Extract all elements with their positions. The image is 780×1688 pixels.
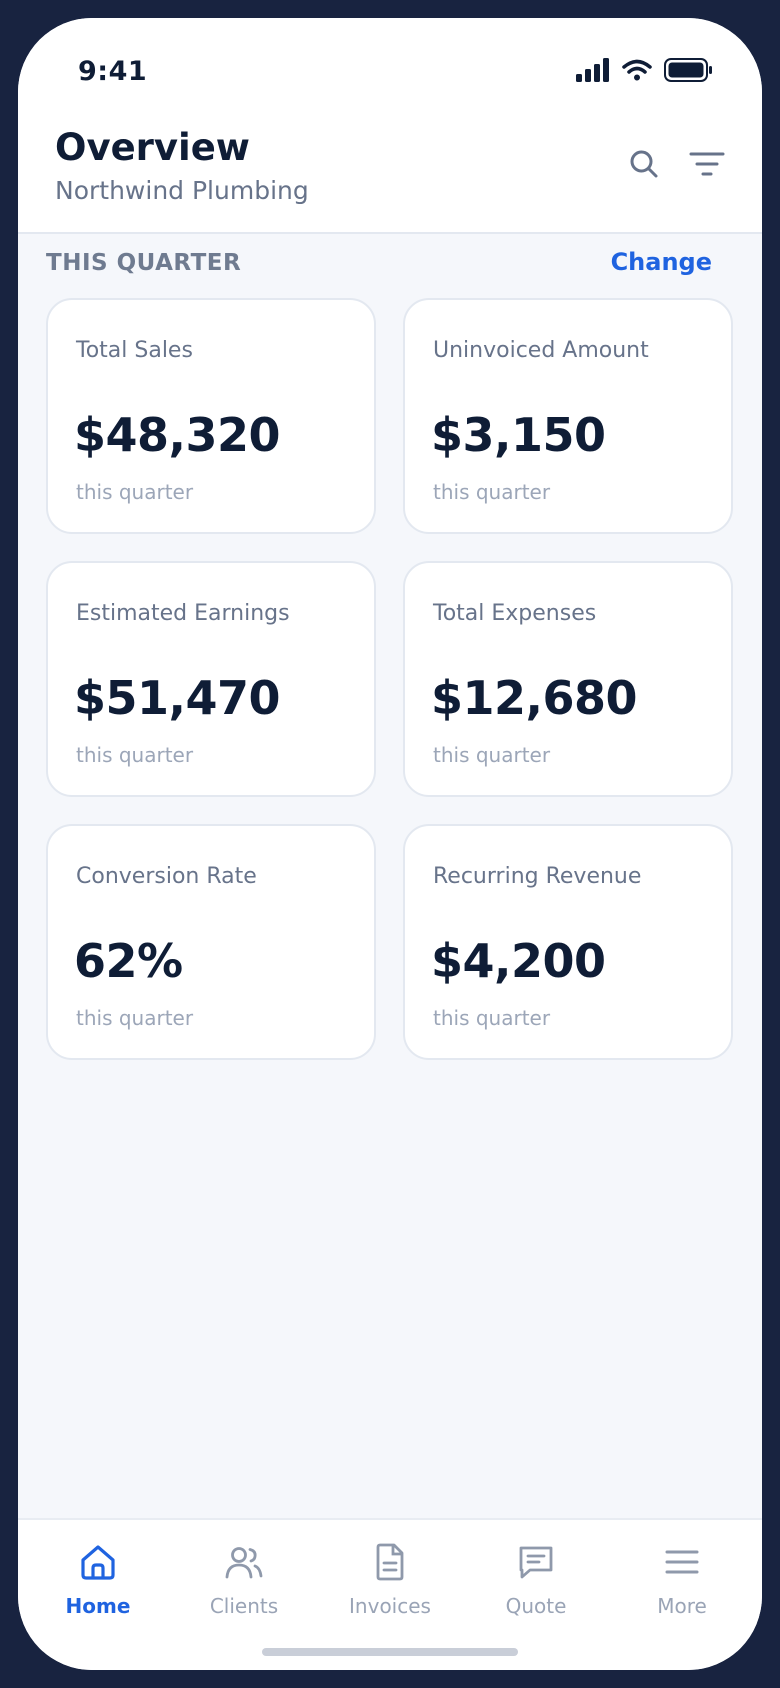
metric-label: Uninvoiced Amount [433, 338, 649, 363]
tab-label: Invoices [349, 1594, 431, 1618]
metric-period: this quarter [433, 480, 551, 504]
filter-button[interactable] [685, 142, 729, 186]
invoice-icon [370, 1542, 410, 1582]
tab-label: More [657, 1594, 707, 1618]
tab-home[interactable]: Home [38, 1536, 158, 1626]
tab-label: Clients [209, 1594, 279, 1618]
business-name: Northwind Plumbing [55, 176, 309, 205]
filter-icon [689, 152, 725, 176]
wifi-icon [622, 59, 652, 81]
metric-value: $12,680 [431, 671, 638, 725]
metric-card-conversion-rate[interactable]: Conversion Rate 62% this quarter [46, 824, 376, 1060]
metric-period: this quarter [76, 743, 194, 767]
metrics-grid: Total Sales $48,320 this quarter Uninvoi… [46, 298, 733, 1060]
page-title: Overview [55, 126, 250, 169]
metric-period: this quarter [433, 1006, 551, 1030]
metric-value: $3,150 [431, 408, 606, 462]
home-icon [78, 1542, 118, 1582]
tab-clients[interactable]: Clients [184, 1536, 304, 1626]
metric-card-estimated-earnings[interactable]: Estimated Earnings $51,470 this quarter [46, 561, 376, 797]
metric-label: Conversion Rate [76, 864, 257, 889]
status-time: 9:41 [78, 56, 148, 87]
signal-icon [576, 58, 609, 82]
metric-card-total-expenses[interactable]: Total Expenses $12,680 this quarter [403, 561, 733, 797]
metric-label: Total Expenses [433, 601, 597, 626]
metric-card-recurring-revenue[interactable]: Recurring Revenue $4,200 this quarter [403, 824, 733, 1060]
tab-label: Quote [505, 1594, 567, 1618]
metric-value: $51,470 [74, 671, 281, 725]
status-bar: 9:41 [18, 18, 762, 112]
metric-period: this quarter [433, 743, 551, 767]
metric-period: this quarter [76, 480, 194, 504]
metric-card-uninvoiced-amount[interactable]: Uninvoiced Amount $3,150 this quarter [403, 298, 733, 534]
metric-period: this quarter [76, 1006, 194, 1030]
phone-screen: 9:41 Overview Northwind Plumbing THIS QU… [18, 18, 762, 1670]
metric-value: $48,320 [74, 408, 281, 462]
search-button[interactable] [622, 142, 666, 186]
tab-quote[interactable]: Quote [476, 1536, 596, 1626]
status-icons [576, 58, 714, 82]
quote-icon [516, 1542, 556, 1582]
metric-label: Recurring Revenue [433, 864, 642, 889]
home-indicator [262, 1648, 518, 1656]
change-period-link[interactable]: Change [611, 248, 712, 276]
metric-label: Estimated Earnings [76, 601, 290, 626]
page-header: Overview Northwind Plumbing [18, 112, 762, 234]
metric-value: 62% [74, 934, 183, 988]
clients-icon [224, 1542, 264, 1582]
metric-value: $4,200 [431, 934, 606, 988]
metric-card-total-sales[interactable]: Total Sales $48,320 this quarter [46, 298, 376, 534]
tab-more[interactable]: More [622, 1536, 742, 1626]
search-icon [630, 150, 658, 178]
menu-icon [662, 1542, 702, 1582]
battery-icon [664, 58, 712, 82]
period-label: THIS QUARTER [46, 250, 242, 276]
tab-label: Home [65, 1594, 131, 1618]
tab-invoices[interactable]: Invoices [330, 1536, 450, 1626]
metric-label: Total Sales [76, 338, 193, 363]
